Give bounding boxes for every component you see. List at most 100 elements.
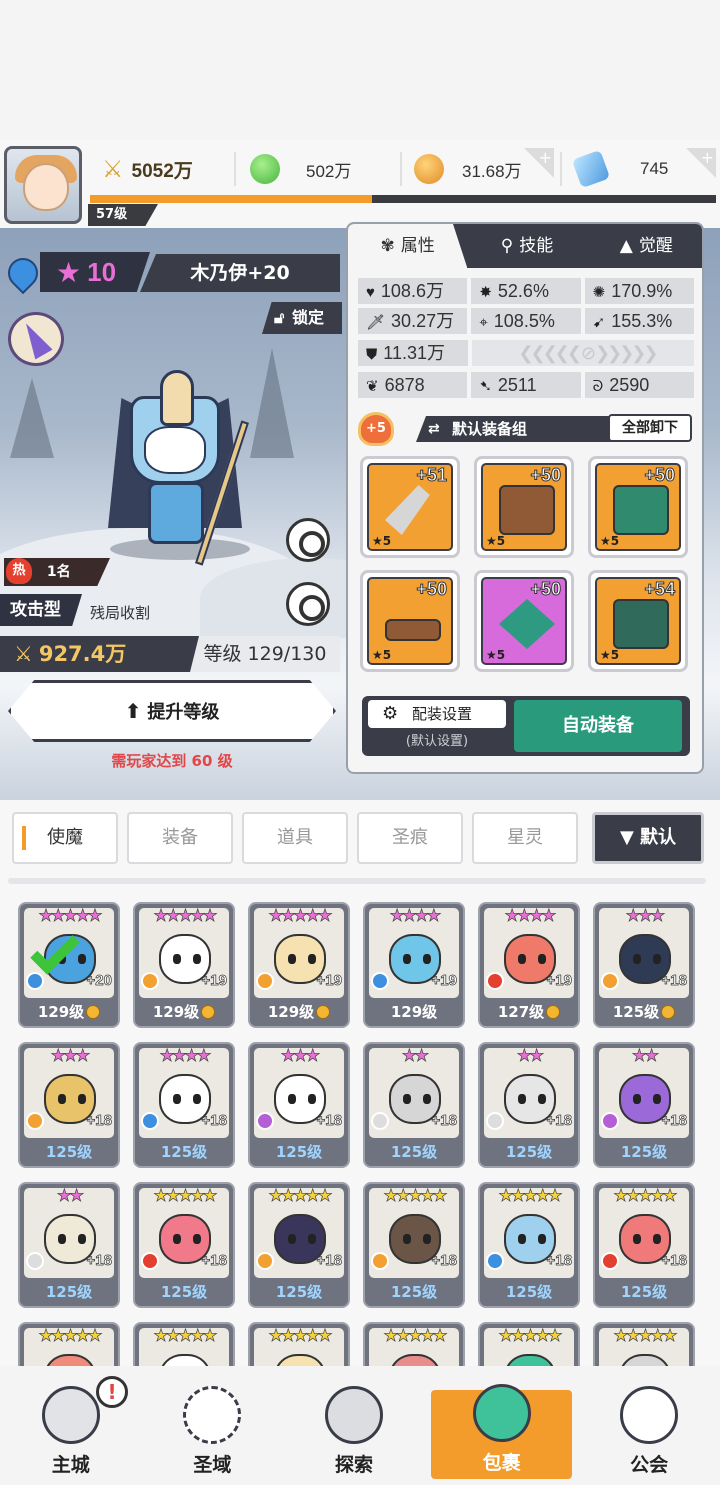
familiar-card[interactable]: ★★★★★ +18 125级 [363, 1182, 465, 1308]
awaken-icon: ▲ [619, 236, 633, 256]
tab-skills[interactable]: ⚲ 技能 [467, 224, 586, 268]
tab-attributes[interactable]: ✾ 属性 [348, 224, 468, 268]
familiar-stars: ★★★ [50, 1046, 90, 1067]
view-button[interactable] [286, 582, 330, 626]
familiar-card[interactable]: ★★★★★ +20 129级 [18, 902, 120, 1028]
tab-awaken[interactable]: ▲ 觉醒 [587, 224, 702, 268]
familiar-level-text: 125级 [45, 1283, 93, 1301]
add-diamond-icon[interactable]: + [686, 148, 716, 178]
element-icon [141, 1252, 159, 1270]
nav-inventory[interactable]: 包裹 [430, 1384, 573, 1479]
familiar-stars: ★★★★★ [383, 1326, 448, 1347]
set-bonus-badge[interactable]: +5 [358, 412, 394, 446]
familiar-stars: ★★★★★ [498, 1186, 563, 1207]
vortex-icon [183, 1386, 242, 1444]
tab-familiars[interactable]: 使魔 [12, 812, 118, 864]
tab-equipment[interactable]: 装备 [127, 812, 233, 864]
familiar-card[interactable]: ★★★★★ +18 125级 [478, 1182, 580, 1308]
gear-stars: ★5 [600, 648, 620, 662]
gear-level: +50 [644, 465, 676, 486]
familiar-stars: ★★★★★ [153, 906, 218, 927]
familiar-level: 125级 [135, 1140, 233, 1164]
nav-guild[interactable]: 公会 [578, 1366, 720, 1485]
tab-star-spirits[interactable]: 星灵 [472, 812, 578, 864]
gear-slot-necklace[interactable]: +50 ★5 [474, 570, 574, 672]
coin-icon [546, 1005, 561, 1019]
element-icon [371, 1112, 389, 1130]
upgrade-requirement: 需玩家达到 60 级 [111, 752, 233, 770]
familiar-card[interactable]: ★★★★ +19 129级 [363, 902, 465, 1028]
unequip-all-button[interactable]: 全部卸下 [608, 414, 692, 442]
familiar-stars: ★★★★★ [268, 1326, 333, 1347]
lock-button[interactable]: 🔓︎ 锁定 [262, 302, 342, 334]
tab-stigmata[interactable]: 圣痕 [357, 812, 463, 864]
sort-dropdown[interactable]: ▼ 默认 [592, 812, 704, 864]
gear-level: +50 [530, 465, 562, 486]
add-gold-icon[interactable]: + [524, 148, 554, 178]
familiar-card[interactable]: ★★ +18 125级 [478, 1042, 580, 1168]
familiar-plus: +18 [201, 1252, 227, 1270]
sword-icon: 🗡︎ [366, 314, 386, 331]
familiar-card[interactable]: ★★★★★ +19 129级 [248, 902, 350, 1028]
element-icon [141, 1112, 159, 1130]
stat-extra-3: ᘐ 2590 [584, 372, 694, 398]
familiar-card[interactable]: ★★★★★ +18 125级 [248, 1182, 350, 1308]
familiar-plus: +18 [661, 972, 687, 990]
familiar-level: 125级 [135, 1280, 233, 1304]
skills-icon: ⚲ [500, 236, 514, 256]
familiar-card[interactable]: ★★ +18 125级 [593, 1042, 695, 1168]
auto-equip-button[interactable]: 自动装备 [514, 700, 682, 752]
familiar-card[interactable]: ★★★★ +19 127级 [478, 902, 580, 1028]
gear-slot-belt[interactable]: +50 ★5 [360, 570, 460, 672]
divider [400, 152, 402, 186]
player-avatar[interactable] [4, 146, 82, 224]
nav-explore[interactable]: 探索 [283, 1366, 425, 1485]
water-element-icon [1, 251, 45, 295]
familiar-eye [518, 954, 526, 964]
dodge-icon: ➷ [479, 378, 492, 395]
familiar-card[interactable]: ★★★ +18 125级 [18, 1042, 120, 1168]
familiar-card[interactable]: ★★ +18 125级 [18, 1182, 120, 1308]
familiar-card[interactable]: ★★★★★ +19 129级 [133, 902, 235, 1028]
gear-slot-weapon[interactable]: +51 ★5 [360, 456, 460, 558]
loadout-settings-button[interactable]: ⚙ 配装设置 [368, 700, 506, 728]
familiar-level-text: 125级 [45, 1143, 93, 1161]
familiar-card[interactable]: ★★★ +18 125级 [248, 1042, 350, 1168]
familiar-level: 125级 [480, 1280, 578, 1304]
gear-slot-armor[interactable]: +50 ★5 [588, 456, 688, 558]
nav-sanctuary[interactable]: 圣域 [142, 1366, 284, 1485]
element-icon [601, 1252, 619, 1270]
familiar-card[interactable]: ★★★★★ +18 125级 [133, 1182, 235, 1308]
familiar-card[interactable]: ★★★★★ +18 125级 [593, 1182, 695, 1308]
element-icon [601, 972, 619, 990]
gear-slot-helmet[interactable]: +50 ★5 [474, 456, 574, 558]
tab-attributes-label: 属性 [400, 236, 435, 256]
gold-resource[interactable]: 31.68万 + [414, 148, 554, 188]
familiar-card[interactable]: ★★★★ +18 125级 [133, 1042, 235, 1168]
diamond-resource[interactable]: 745 + [571, 148, 716, 189]
familiar-level-text: 125级 [275, 1283, 323, 1301]
gear-stars: ★5 [372, 534, 392, 548]
equipment-set-name[interactable]: ⇄ 默认装备组 [416, 416, 616, 442]
familiar-card[interactable]: ★★★ +18 125级 [593, 902, 695, 1028]
wizard-hat-icon[interactable] [8, 312, 64, 366]
hero-power-row: ⚔ 927.4万 等级 129/130 [0, 636, 340, 672]
gear-slot-boots[interactable]: +54 ★5 [588, 570, 688, 672]
familiar-stars: ★★★ [625, 906, 665, 927]
hero-detail-panel: ✾ 属性 ⚲ 技能 ▲ 觉醒 ♥ 108.6万 ✸ 52.6% ✺ 170.9% 🗡︎ 30.… [346, 222, 704, 774]
tab-items[interactable]: 道具 [242, 812, 348, 864]
familiar-plus: +19 [201, 972, 227, 990]
familiar-level: 125级 [365, 1280, 463, 1304]
familiar-level: 129级 [250, 1000, 348, 1024]
skin-button[interactable] [286, 518, 330, 562]
gear-level: +50 [530, 579, 562, 600]
tree [250, 348, 294, 458]
boots-icon [613, 599, 669, 649]
element-icon [486, 972, 504, 990]
familiar-card[interactable]: ★★ +18 125级 [363, 1042, 465, 1168]
familiar-level-text: 129级 [267, 1003, 315, 1021]
upgrade-level-button[interactable]: ⬆ 提升等级 [8, 680, 336, 742]
familiar-level-text: 125级 [620, 1283, 668, 1301]
element-icon [26, 1112, 44, 1130]
divider [8, 878, 706, 884]
